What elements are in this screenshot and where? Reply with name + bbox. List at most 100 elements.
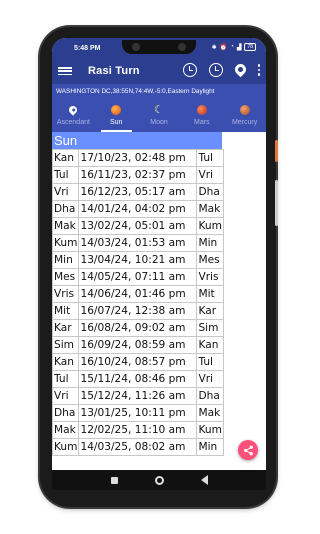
table-row: Tul 15/11/24, 08:46 pm Vri [52, 370, 224, 388]
to-sign-cell: Min [196, 438, 224, 456]
volume-button [275, 180, 278, 226]
tab-label: Moon [150, 119, 168, 126]
transit-datetime-cell: 14/06/24, 01:46 pm [78, 285, 198, 303]
signal-icon: ▟ [236, 44, 242, 51]
table-row: Mes 14/05/24, 07:11 am Vris [52, 268, 224, 286]
tab-mars[interactable]: Mars [180, 98, 223, 132]
to-sign-cell: Tul [196, 353, 224, 371]
location-pin-icon [67, 104, 80, 116]
alarm-icon: ⏰ [219, 44, 228, 51]
from-sign-cell: Mak [52, 217, 80, 235]
from-sign-cell: Mit [52, 302, 80, 320]
to-sign-cell: Kum [196, 217, 224, 235]
mercury-planet-icon [239, 105, 250, 115]
to-sign-cell: Tul [196, 149, 224, 167]
transit-datetime-cell: 14/05/24, 07:11 am [78, 268, 198, 286]
transit-datetime-cell: 15/11/24, 08:46 pm [78, 370, 198, 388]
table-title: Sun [52, 132, 222, 149]
from-sign-cell: Min [52, 251, 80, 269]
table-row: Dha 13/01/25, 10:11 pm Mak [52, 404, 224, 422]
planet-tabs: Ascendant Sun ☾ Moon Mars Mercury [52, 98, 266, 132]
transit-datetime-cell: 16/10/24, 08:57 pm [78, 353, 198, 371]
app-screen: 5:48 PM ✱ ⏰ ◔ ▟ 78 Rasi Turn WASHINGTON … [52, 38, 266, 490]
from-sign-cell: Tul [52, 370, 80, 388]
to-sign-cell: Vri [196, 370, 224, 388]
tab-label: Ascendant [56, 119, 90, 126]
from-sign-cell: Dha [52, 200, 80, 218]
status-time: 5:48 PM [74, 44, 101, 52]
tab-label: Mars [194, 119, 210, 126]
tab-label: Sun [109, 119, 123, 126]
table-row: Mak 13/02/24, 05:01 am Kum [52, 217, 224, 235]
more-options-icon[interactable] [257, 64, 260, 76]
to-sign-cell: Dha [196, 387, 224, 405]
sun-planet-icon [111, 105, 122, 115]
location-icon[interactable] [232, 61, 248, 77]
to-sign-cell: Sim [196, 319, 224, 337]
table-row: Min 13/04/24, 10:21 am Mes [52, 251, 224, 269]
table-row: Kum 14/03/24, 01:53 am Min [52, 234, 224, 252]
tab-moon[interactable]: ☾ Moon [138, 98, 181, 132]
transit-table: Kan 17/10/23, 02:48 pm Tul Tul 16/11/23, 02:… [52, 149, 224, 456]
table-row: Kan 17/10/23, 02:48 pm Tul [52, 149, 224, 167]
clock-icon[interactable] [182, 63, 197, 77]
tab-sun[interactable]: Sun [95, 98, 138, 132]
transit-datetime-cell: 16/07/24, 12:38 am [78, 302, 198, 320]
from-sign-cell: Kum [52, 234, 80, 252]
sensor-icon [178, 43, 186, 51]
to-sign-cell: Mak [196, 200, 224, 218]
table-row: Vri 15/12/24, 11:26 am Dha [52, 387, 224, 405]
back-icon[interactable] [200, 475, 208, 485]
table-row: Vri 16/12/23, 05:17 am Dha [52, 183, 224, 201]
to-sign-cell: Min [196, 234, 224, 252]
moon-icon: ☾ [154, 104, 164, 116]
battery-icon: 78 [244, 43, 256, 51]
wifi-icon: ◔ [230, 44, 234, 50]
to-sign-cell: Kum [196, 421, 224, 439]
recents-icon[interactable] [110, 476, 118, 484]
to-sign-cell: Mak [196, 404, 224, 422]
table-row: Sim 16/09/24, 08:59 am Kan [52, 336, 224, 354]
history-clock-icon[interactable] [208, 63, 223, 77]
share-button[interactable] [238, 440, 258, 460]
to-sign-cell: Kan [196, 336, 224, 354]
camera-icon [132, 43, 140, 51]
transit-datetime-cell: 16/08/24, 09:02 am [78, 319, 198, 337]
location-bar: WASHINGTON DC,38:55N,74:4W,-5:0,Eastern … [52, 84, 266, 98]
transit-datetime-cell: 13/01/25, 10:11 pm [78, 404, 198, 422]
hamburger-menu-icon[interactable] [58, 65, 72, 77]
from-sign-cell: Kan [52, 353, 80, 371]
to-sign-cell: Mes [196, 251, 224, 269]
home-icon[interactable] [154, 475, 164, 485]
table-row: Kar 16/08/24, 09:02 am Sim [52, 319, 224, 337]
from-sign-cell: Kan [52, 149, 80, 167]
transit-datetime-cell: 12/02/25, 11:10 am [78, 421, 198, 439]
transit-datetime-cell: 16/11/23, 02:37 pm [78, 166, 198, 184]
to-sign-cell: Vri [196, 166, 224, 184]
table-row: Kan 16/10/24, 08:57 pm Tul [52, 353, 224, 371]
system-nav-bar [52, 470, 266, 490]
to-sign-cell: Dha [196, 183, 224, 201]
table-row: Kum 14/03/25, 08:02 am Min [52, 438, 224, 456]
transit-datetime-cell: 16/12/23, 05:17 am [78, 183, 198, 201]
mars-planet-icon [196, 105, 207, 115]
to-sign-cell: Kar [196, 302, 224, 320]
transit-datetime-cell: 13/02/24, 05:01 am [78, 217, 198, 235]
tab-mercury[interactable]: Mercury [223, 98, 266, 132]
app-toolbar: Rasi Turn [52, 58, 266, 84]
table-row: Vris 14/06/24, 01:46 pm Mit [52, 285, 224, 303]
share-icon [243, 445, 253, 455]
transit-datetime-cell: 14/03/25, 08:02 am [78, 438, 198, 456]
table-row: Tul 16/11/23, 02:37 pm Vri [52, 166, 224, 184]
to-sign-cell: Vris [196, 268, 224, 286]
bluetooth-icon: ✱ [211, 44, 217, 51]
from-sign-cell: Vri [52, 387, 80, 405]
from-sign-cell: Kum [52, 438, 80, 456]
transit-datetime-cell: 17/10/23, 02:48 pm [78, 149, 198, 167]
transit-datetime-cell: 14/03/24, 01:53 am [78, 234, 198, 252]
tab-label: Mercury [231, 119, 258, 126]
camera-notch [122, 40, 196, 54]
table-row: Mit 16/07/24, 12:38 am Kar [52, 302, 224, 320]
from-sign-cell: Kar [52, 319, 80, 337]
tab-ascendant[interactable]: Ascendant [52, 98, 95, 132]
